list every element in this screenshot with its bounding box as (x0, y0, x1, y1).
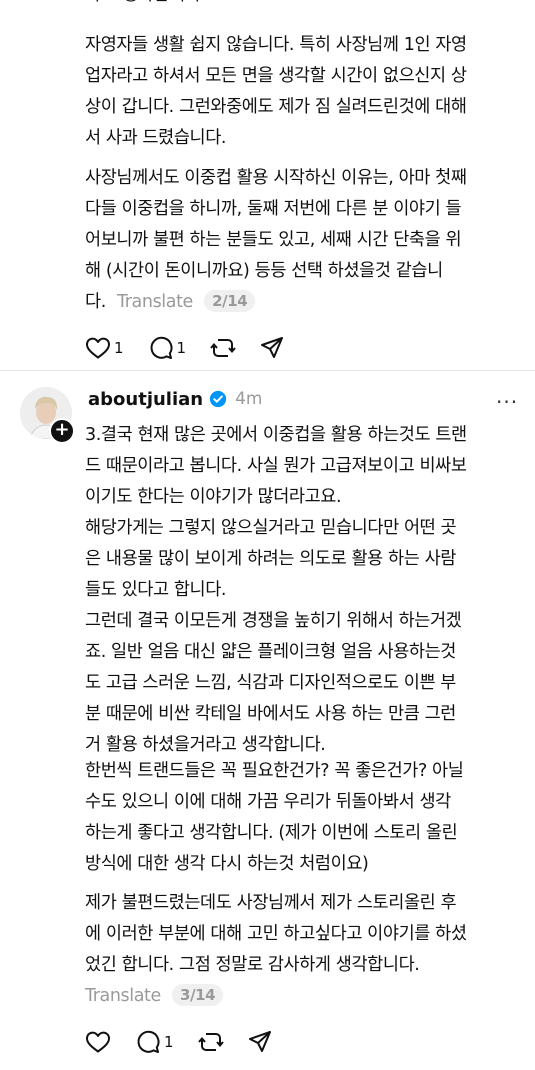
like-count: 1 (114, 339, 124, 357)
reply-icon (137, 1030, 160, 1053)
text-line: 었긴 합니다. 그점 정말로 감사하게 생각합니다. (85, 955, 420, 975)
translate-row: Translate 3/14 (85, 981, 525, 1012)
like-button[interactable]: 1 (85, 336, 124, 360)
translate-link[interactable]: Translate (85, 986, 161, 1006)
text-line: 들도 있다고 합니다. (85, 580, 227, 600)
text-line: 자영자들 생활 쉽지 않습니다. 특히 사장님께 1인 자영 (85, 35, 467, 55)
share-icon (261, 337, 284, 358)
text-line: 수도 있으니 이에 대해 가끔 우리가 뒤돌아봐서 생각 (85, 792, 451, 812)
post-paragraph: 한번씩 트랜드들은 꼭 필요한건가? 꼭 좋은건가? 아닐 수도 있으니 이에 … (85, 756, 525, 880)
post-text-cut-line: 다고 생각합니다. (85, 0, 206, 8)
post-timestamp: 4m (235, 389, 263, 409)
text-line: 하는게 좋다고 생각합니다. (제가 이번에 스토리 올린 (85, 823, 458, 843)
post-actions-bar: 1 (85, 1026, 296, 1058)
text-line: 서 사과 드렸습니다. (85, 128, 227, 148)
verified-icon (210, 390, 227, 408)
translate-link[interactable]: Translate (117, 292, 193, 312)
username-link[interactable]: aboutjulian (88, 389, 203, 410)
repost-button[interactable] (197, 1029, 224, 1055)
text-line: 해당가게는 그렇지 않으실거라고 믿습니다만 어떤 곳 (85, 518, 457, 538)
text-line: 도 고급 스러운 느낌, 식감과 디자인적으로도 이쁜 부 (85, 673, 457, 693)
text-line: 다들 이중컵을 하니까, 둘째 저번에 다른 분 이야기 들 (85, 199, 462, 219)
text-line: 업자라고 하셔서 모든 면을 생각할 시간이 없으신지 상 (85, 66, 467, 86)
post-paragraph: 사장님께서도 이중컵 활용 시작하신 이유는, 아마 첫째 다들 이중컵을 하니… (85, 163, 525, 318)
reply-button[interactable]: 1 (135, 1029, 174, 1055)
reply-icon (150, 336, 173, 359)
text-line: 죠. 일반 얼음 대신 얇은 플레이크형 얼음 사용하는것 (85, 642, 457, 662)
share-button[interactable] (248, 1030, 272, 1054)
post-paragraph: 3.결국 현재 많은 곳에서 이중컵을 활용 하는것도 트랜 드 때문이라고 봅… (85, 420, 525, 761)
text-line: 이기도 한다는 이야기가 많더라고요. (85, 487, 342, 507)
text-line: 해 (시간이 돈이니까요) 등등 선택 하셨을것 같습니 (85, 261, 443, 281)
text-line: 다. (85, 292, 106, 312)
post-paragraph: 제가 불편드렸는데도 사장님께서 제가 스토리올린 후 에 이러한 부분에 대해… (85, 888, 525, 1012)
text-line: 사장님께서도 이중컵 활용 시작하신 이유는, 아마 첫째 (85, 168, 467, 188)
post-header: aboutjulian 4m (88, 384, 263, 414)
reply-count: 1 (176, 339, 187, 357)
text-line: 제가 불편드렸는데도 사장님께서 제가 스토리올린 후 (85, 893, 457, 913)
text-line-with-translate: 다. Translate 2/14 (85, 287, 525, 318)
text-line: 방식에 대한 생각 다시 하는것 처럼이요) (85, 854, 369, 874)
heart-icon (86, 1031, 110, 1053)
repost-icon (197, 1033, 224, 1051)
reply-count: 1 (164, 1033, 174, 1051)
heart-icon (86, 337, 110, 359)
page-counter-badge: 2/14 (204, 290, 256, 312)
text-line: 어보니까 불편 하는 분들도 있고, 세째 시간 단축을 위 (85, 230, 462, 250)
text-line: 분 때문에 비싼 칵테일 바에서도 사용 하는 만큼 그런 (85, 704, 457, 724)
text-line: 은 내용물 많이 보이게 하려는 의도로 활용 하는 사람 (85, 549, 457, 569)
text-line: 드 때문이라고 봅니다. 사실 뭔가 고급져보이고 비싸보 (85, 456, 467, 476)
text-line: 에 이러한 부분에 대해 고민 하고싶다고 이야기를 하셨 (85, 924, 467, 944)
text-line: 한번씩 트랜드들은 꼭 필요한건가? 꼭 좋은건가? 아닐 (85, 761, 464, 781)
post-actions-bar: 1 1 (85, 332, 308, 364)
like-button[interactable] (85, 1030, 111, 1054)
share-button[interactable] (260, 336, 284, 360)
repost-icon (210, 339, 236, 357)
more-icon[interactable]: ··· (496, 390, 518, 414)
text-line: 상이 갑니다. 그런와중에도 제가 짐 실려드린것에 대해 (85, 97, 467, 117)
reply-button[interactable]: 1 (148, 335, 187, 361)
follow-plus-icon[interactable]: + (49, 418, 75, 444)
page-counter-badge: 3/14 (172, 984, 224, 1006)
text-line: 그런데 결국 이모든게 경쟁을 높히기 위해서 하는거겠 (85, 611, 462, 631)
text-line: 3.결국 현재 많은 곳에서 이중컵을 활용 하는것도 트랜 (85, 425, 467, 445)
share-icon (248, 1031, 271, 1052)
post-divider (0, 370, 535, 371)
post-paragraph: 자영자들 생활 쉽지 않습니다. 특히 사장님께 1인 자영 업자라고 하셔서 … (85, 30, 525, 154)
repost-button[interactable] (210, 335, 236, 361)
